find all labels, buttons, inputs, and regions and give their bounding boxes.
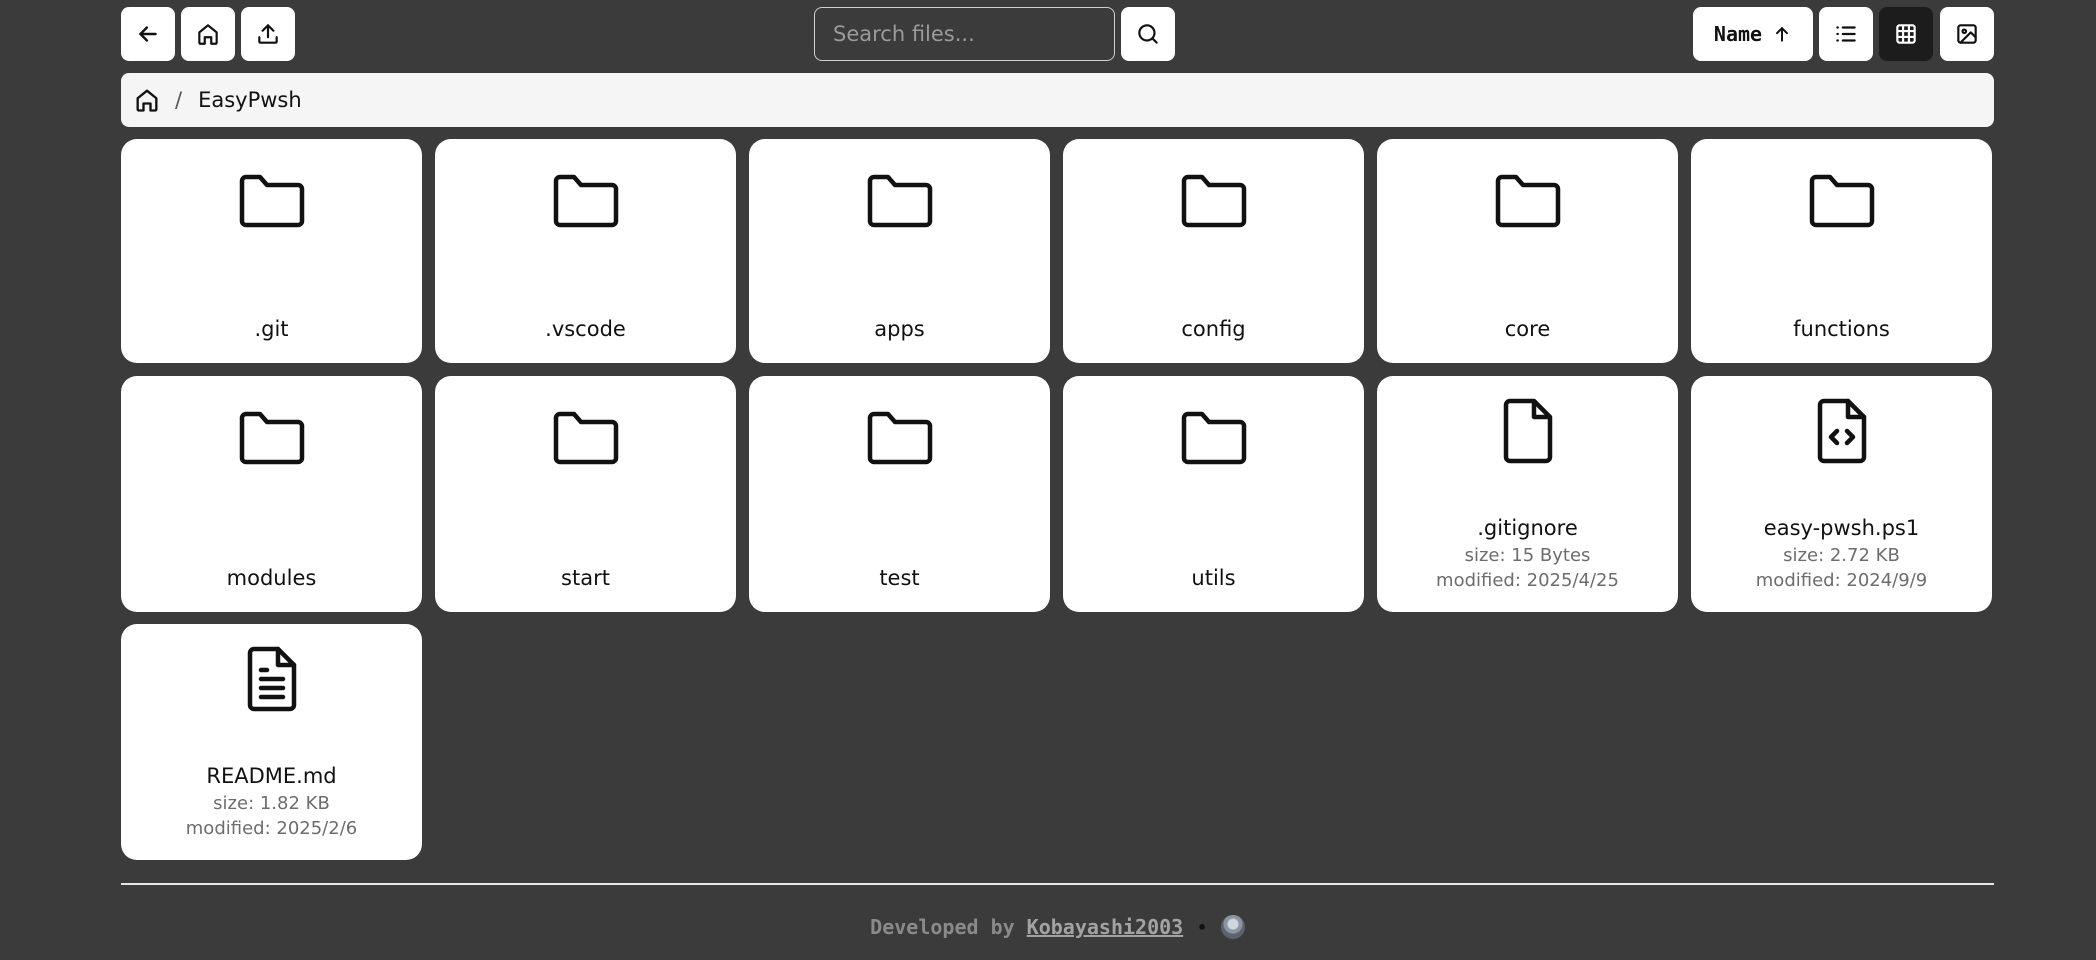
item-name: .git bbox=[254, 317, 289, 341]
item-name: easy-pwsh.ps1 bbox=[1763, 516, 1920, 540]
folder-icon bbox=[550, 167, 622, 239]
item-size: size: 1.82 KB bbox=[213, 793, 330, 814]
folder-card[interactable]: modules bbox=[121, 376, 422, 612]
sort-label: Name bbox=[1713, 22, 1763, 46]
folder-icon bbox=[864, 404, 936, 476]
list-view-button[interactable] bbox=[1819, 7, 1873, 61]
item-name: .vscode bbox=[545, 317, 626, 341]
folder-icon bbox=[1806, 167, 1878, 239]
folder-icon bbox=[236, 167, 308, 239]
item-modified: modified: 2024/9/9 bbox=[1755, 570, 1928, 591]
folder-icon bbox=[1178, 404, 1250, 476]
folder-icon bbox=[550, 404, 622, 476]
item-name: core bbox=[1504, 317, 1551, 341]
file-icon bbox=[1492, 395, 1564, 467]
breadcrumb-item-easypwsh[interactable]: EasyPwsh bbox=[198, 88, 302, 112]
folder-card[interactable]: .git bbox=[121, 139, 422, 363]
item-size: size: 2.72 KB bbox=[1783, 545, 1900, 566]
item-name: modules bbox=[226, 566, 317, 590]
item-name: start bbox=[561, 566, 610, 590]
item-name: utils bbox=[1191, 566, 1236, 590]
gallery-view-button[interactable] bbox=[1940, 7, 1994, 61]
folder-card[interactable]: core bbox=[1377, 139, 1678, 363]
sort-button[interactable]: Name bbox=[1693, 7, 1813, 61]
arrow-up-icon bbox=[1776, 27, 1789, 42]
search-button[interactable] bbox=[1121, 7, 1175, 61]
item-name: test bbox=[879, 566, 920, 590]
breadcrumb-separator: / bbox=[175, 88, 183, 112]
folder-card[interactable]: test bbox=[749, 376, 1050, 612]
home-icon bbox=[136, 89, 158, 112]
code-file-icon bbox=[1806, 395, 1878, 467]
upload-button[interactable] bbox=[241, 7, 295, 61]
author-avatar[interactable] bbox=[1220, 915, 1245, 939]
item-name: functions bbox=[1793, 317, 1890, 341]
toolbar: Name bbox=[121, 7, 1994, 61]
item-size: size: 15 Bytes bbox=[1464, 545, 1591, 566]
footer-dot: • bbox=[1197, 917, 1207, 937]
search-icon bbox=[1138, 24, 1158, 44]
breadcrumb-home[interactable] bbox=[133, 86, 161, 114]
footer: Developed by Kobayashi2003 • bbox=[121, 912, 1994, 942]
list-icon bbox=[1836, 26, 1856, 42]
folder-card[interactable]: start bbox=[435, 376, 736, 612]
folder-icon bbox=[864, 167, 936, 239]
footer-divider bbox=[121, 883, 1994, 885]
breadcrumb: / EasyPwsh bbox=[121, 73, 1994, 127]
folder-icon bbox=[1178, 167, 1250, 239]
item-name: config bbox=[1181, 317, 1246, 341]
author-link[interactable]: Kobayashi2003 bbox=[1027, 915, 1184, 939]
folder-card[interactable]: config bbox=[1063, 139, 1364, 363]
item-modified: modified: 2025/4/25 bbox=[1436, 570, 1619, 591]
folder-icon bbox=[1492, 167, 1564, 239]
folder-card[interactable]: utils bbox=[1063, 376, 1364, 612]
search-input[interactable] bbox=[814, 7, 1115, 61]
folder-card[interactable]: .vscode bbox=[435, 139, 736, 363]
text-file-icon bbox=[236, 643, 308, 715]
back-button[interactable] bbox=[121, 7, 175, 61]
image-icon bbox=[1957, 24, 1977, 44]
item-modified: modified: 2025/2/6 bbox=[185, 818, 358, 839]
folder-card[interactable]: apps bbox=[749, 139, 1050, 363]
home-button[interactable] bbox=[181, 7, 235, 61]
grid-icon bbox=[1896, 24, 1916, 44]
folder-icon bbox=[236, 404, 308, 476]
arrow-left-icon bbox=[139, 26, 157, 42]
grid-view-button[interactable] bbox=[1879, 7, 1933, 61]
item-name: apps bbox=[874, 317, 925, 341]
home-icon bbox=[198, 24, 218, 45]
file-card[interactable]: .gitignore size: 15 Bytes modified: 2025/4… bbox=[1377, 376, 1678, 612]
item-name: README.md bbox=[206, 764, 337, 788]
folder-card[interactable]: functions bbox=[1691, 139, 1992, 363]
file-card[interactable]: README.md size: 1.82 KB modified: 2025/2/6 bbox=[121, 624, 422, 860]
file-browser: Name / EasyPwsh .git .vscode apps config cor… bbox=[121, 0, 1994, 960]
item-name: .gitignore bbox=[1477, 516, 1578, 540]
file-card[interactable]: easy-pwsh.ps1 size: 2.72 KB modified: 2024… bbox=[1691, 376, 1992, 612]
footer-prefix: Developed by bbox=[870, 915, 1015, 939]
upload-icon bbox=[258, 24, 278, 44]
